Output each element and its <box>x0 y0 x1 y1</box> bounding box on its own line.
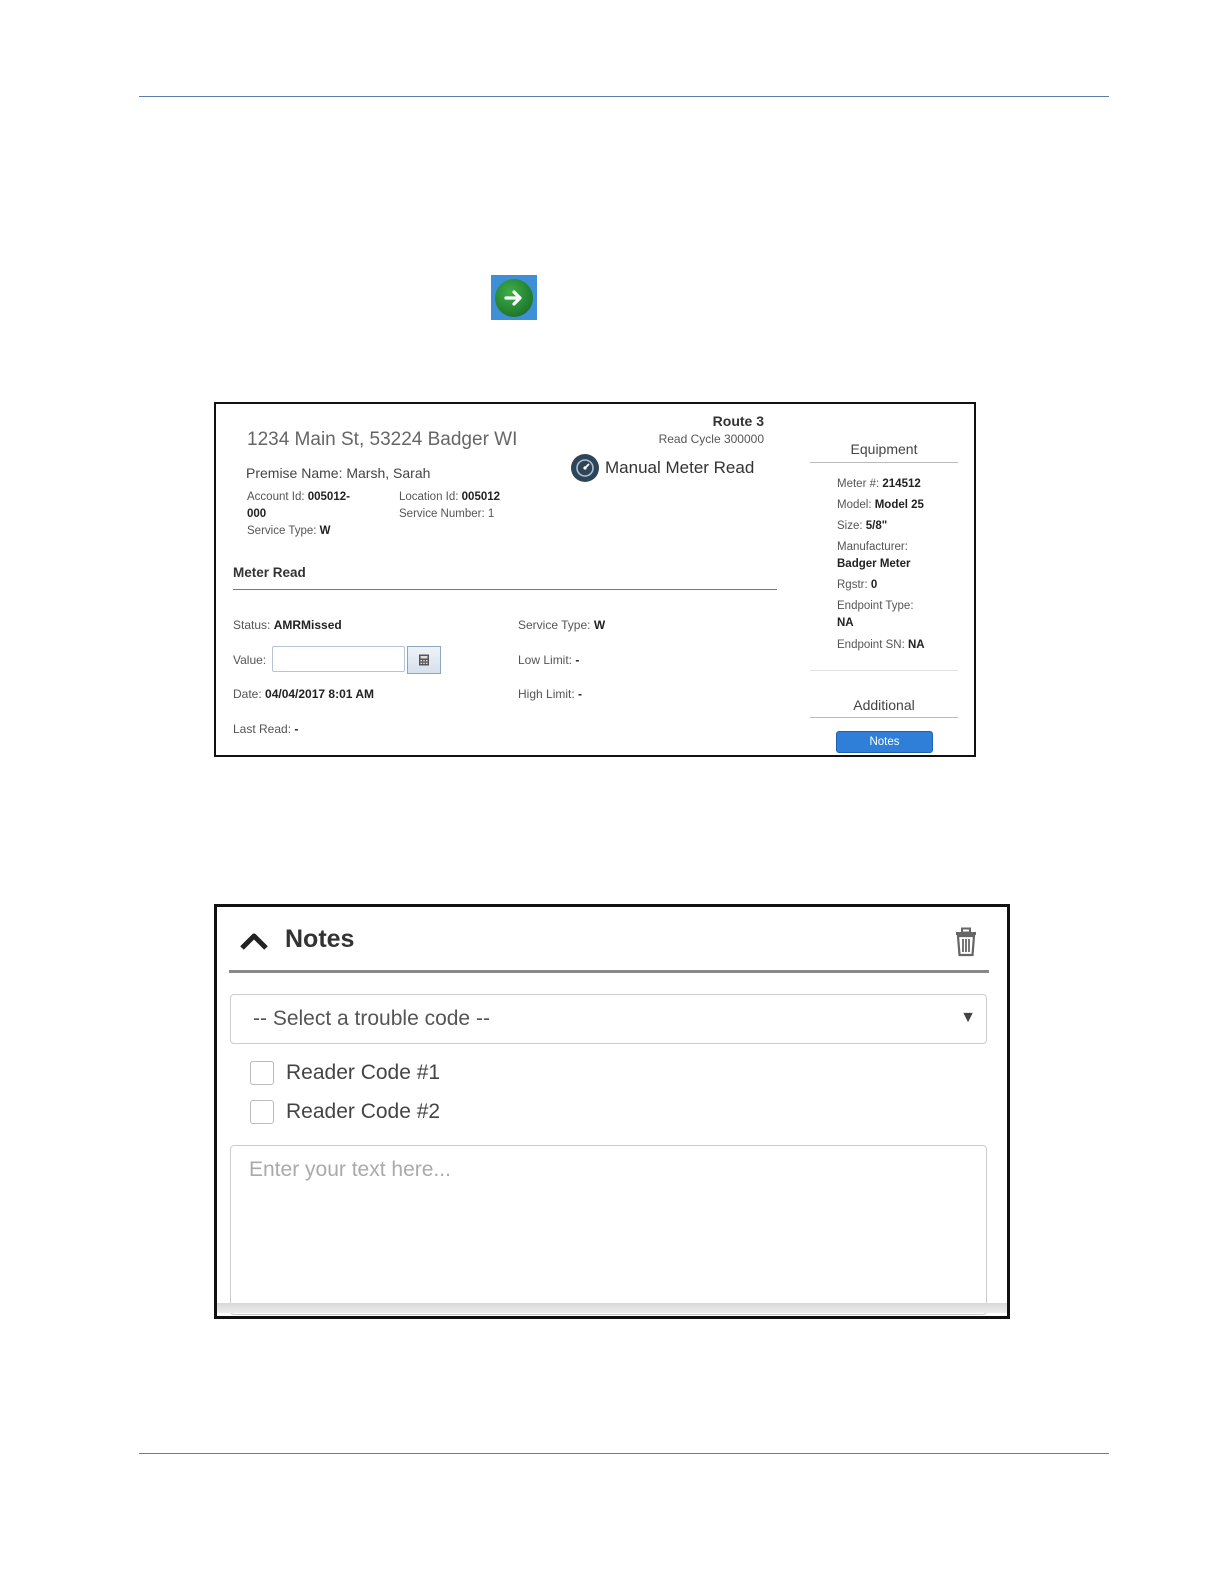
header-rule <box>139 96 1109 97</box>
premise-address: 1234 Main St, 53224 Badger WI <box>247 429 518 450</box>
notes-title: Notes <box>285 925 355 953</box>
reader-code-1-checkbox[interactable]: Reader Code #1 <box>250 1061 440 1085</box>
last-read-field: Last Read: - <box>233 722 299 736</box>
notes-panel-screenshot: Notes -- Select a trouble code -- ▼ Read… <box>214 904 1010 1319</box>
arrow-right-icon <box>495 278 533 317</box>
meter-number: Meter #: 214512 <box>837 478 921 490</box>
endpoint-sn: Endpoint SN: NA <box>837 639 925 651</box>
status-field: Status: AMRMissed <box>233 618 342 632</box>
notes-textarea-placeholder: Enter your text here... <box>249 1158 451 1181</box>
trash-icon[interactable] <box>953 927 979 957</box>
equipment-bottom-divider <box>810 670 958 671</box>
high-limit-field: High Limit: - <box>518 687 583 701</box>
section-divider <box>233 589 777 590</box>
value-input[interactable] <box>272 646 405 672</box>
service-type-field: Service Type: W <box>518 618 606 632</box>
notes-button[interactable]: Notes <box>836 731 933 753</box>
equipment-heading: Equipment <box>850 441 918 457</box>
service-type-value: W <box>319 525 331 537</box>
calculator-icon <box>419 654 429 666</box>
endpoint-type: Endpoint Type: NA <box>837 600 914 629</box>
calculator-button[interactable] <box>407 646 441 674</box>
account-id-value: 005012- <box>307 491 350 503</box>
additional-divider <box>810 717 958 718</box>
location-info: Location Id: 005012 Service Number: 1 <box>399 491 501 520</box>
meter-manufacturer: Manufacturer: Badger Meter <box>837 541 911 570</box>
meter-size: Size: 5/8" <box>837 520 888 532</box>
next-arrow-button[interactable] <box>491 275 537 320</box>
meter-read-heading: Meter Read <box>233 565 306 580</box>
meter-rgstr: Rgstr: 0 <box>837 579 878 591</box>
trouble-code-select-value: -- Select a trouble code -- <box>253 1007 490 1030</box>
gauge-icon <box>571 454 599 482</box>
value-label: Value: <box>233 653 267 667</box>
checkbox-box[interactable] <box>250 1100 274 1124</box>
account-info: Account Id: 005012- 000 Service Type: W <box>247 491 350 537</box>
notes-textarea[interactable]: Enter your text here... <box>230 1145 987 1315</box>
location-id-value: 005012 <box>461 491 501 503</box>
manual-meter-read-header: Manual Meter Read <box>571 454 754 482</box>
trouble-code-select[interactable]: -- Select a trouble code -- ▼ <box>230 994 987 1044</box>
additional-heading: Additional <box>853 697 915 713</box>
reader-code-2-label: Reader Code #2 <box>286 1100 441 1123</box>
manual-meter-read-label: Manual Meter Read <box>605 458 755 477</box>
service-number-value: 1 <box>487 508 495 520</box>
reader-code-2-checkbox[interactable]: Reader Code #2 <box>250 1100 440 1124</box>
route-label: Route 3 <box>712 413 764 429</box>
equipment-sidebar: Equipment Meter #: 214512 Model: Model 2… <box>810 404 960 755</box>
footer-rule <box>139 1453 1109 1454</box>
read-cycle-label: Read Cycle 300000 <box>658 432 764 446</box>
premise-name: Premise Name: Marsh, Sarah <box>246 465 431 481</box>
checkbox-box[interactable] <box>250 1061 274 1085</box>
meter-read-screenshot: 1234 Main St, 53224 Badger WI Route 3 Re… <box>214 402 976 757</box>
chevron-up-icon[interactable] <box>239 930 269 952</box>
panel-bottom-edge <box>217 1303 1007 1313</box>
dropdown-caret-icon: ▼ <box>960 1009 976 1026</box>
meter-model: Model: Model 25 <box>837 499 924 511</box>
date-field: Date: 04/04/2017 8:01 AM <box>233 687 374 701</box>
reader-code-1-label: Reader Code #1 <box>286 1061 441 1084</box>
notes-header-divider <box>229 970 989 973</box>
equipment-divider <box>810 462 958 463</box>
low-limit-field: Low Limit: - <box>518 653 580 667</box>
